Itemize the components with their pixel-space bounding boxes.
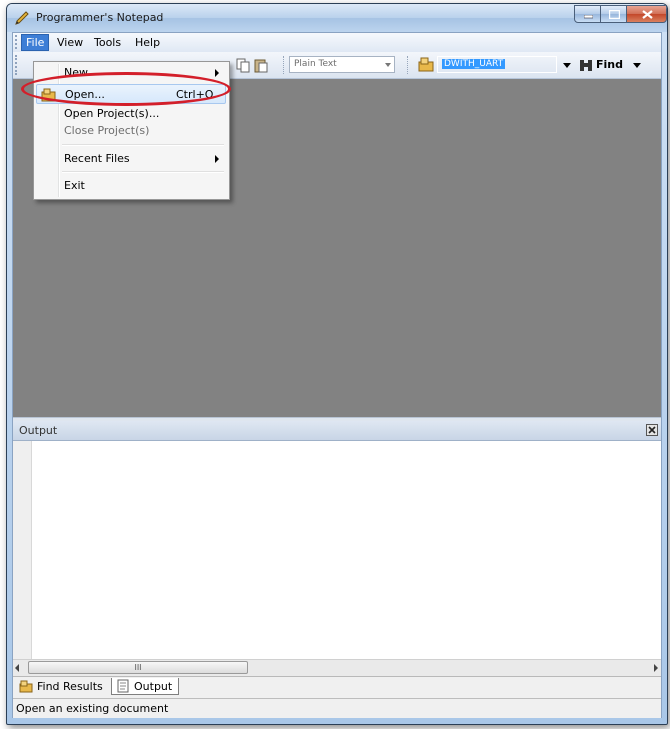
project-icon — [418, 57, 434, 72]
tab-find-results-label: Find Results — [37, 680, 103, 693]
minimize-icon — [584, 15, 593, 19]
tab-find-results[interactable]: Find Results — [15, 678, 109, 695]
project-select-value: DWITH_UART — [442, 59, 506, 69]
menu-item-open[interactable]: Open... Ctrl+O — [36, 84, 226, 104]
find-button[interactable]: Find — [596, 58, 623, 71]
submenu-arrow-icon — [215, 69, 219, 77]
chevron-down-icon[interactable] — [633, 63, 641, 68]
menu-tools[interactable]: Tools — [90, 35, 125, 50]
scroll-right-icon[interactable] — [654, 664, 658, 672]
scroll-left-icon[interactable] — [15, 664, 19, 672]
document-icon — [117, 679, 129, 693]
status-bar: Open an existing document — [13, 698, 661, 718]
horizontal-scrollbar[interactable]: III — [13, 659, 661, 676]
chevron-down-icon — [385, 63, 391, 67]
close-button[interactable] — [626, 5, 667, 23]
menu-item-open-label: Open... — [65, 88, 105, 101]
submenu-arrow-icon — [215, 155, 219, 163]
title-bar[interactable]: Programmer's Notepad — [7, 4, 667, 32]
output-tabs: Find Results Output — [13, 676, 661, 697]
menubar-gripper[interactable] — [15, 35, 20, 49]
menu-item-recent-files[interactable]: Recent Files — [36, 149, 226, 169]
menu-item-close-project-label: Close Project(s) — [64, 124, 150, 137]
menu-item-new[interactable]: New — [36, 63, 226, 83]
status-text: Open an existing document — [16, 702, 169, 715]
window-title: Programmer's Notepad — [36, 11, 164, 24]
folder-icon — [19, 680, 33, 693]
file-menu-dropdown: New Open... Ctrl+O Open Project(s)... Cl… — [33, 61, 230, 200]
toolbar-separator — [407, 56, 409, 74]
maximize-button[interactable] — [600, 5, 627, 23]
menu-separator — [62, 171, 224, 173]
app-window: Programmer's Notepad File View Tools Hel… — [6, 3, 668, 725]
chevron-down-icon[interactable] — [563, 63, 571, 68]
minimize-button[interactable] — [574, 5, 601, 23]
paste-icon[interactable] — [253, 57, 269, 73]
menu-item-close-project: Close Project(s) — [36, 121, 226, 141]
menu-item-exit[interactable]: Exit — [36, 176, 226, 196]
menu-help[interactable]: Help — [131, 35, 164, 50]
output-text-area[interactable] — [13, 441, 661, 659]
scheme-select-value: Plain Text — [294, 59, 337, 69]
output-panel-title: Output — [19, 424, 58, 437]
copy-icon[interactable] — [235, 57, 251, 73]
toolbar-gripper[interactable] — [15, 55, 20, 75]
close-icon — [648, 426, 656, 434]
scheme-select[interactable]: Plain Text — [289, 56, 395, 73]
menu-item-open-shortcut: Ctrl+O — [176, 88, 214, 101]
menu-item-new-label: New — [64, 66, 88, 79]
menu-separator — [62, 144, 224, 146]
app-pen-icon — [15, 11, 29, 25]
output-gutter — [13, 441, 32, 659]
scroll-thumb-grip: III — [134, 663, 142, 672]
menu-file[interactable]: File — [21, 34, 50, 51]
menu-item-exit-label: Exit — [64, 179, 85, 192]
scroll-thumb[interactable]: III — [28, 661, 248, 674]
project-select[interactable]: DWITH_UART — [437, 56, 557, 73]
menu-item-recent-files-label: Recent Files — [64, 152, 130, 165]
toolbar-separator — [283, 56, 285, 74]
open-folder-icon — [41, 88, 56, 102]
tab-output[interactable]: Output — [111, 678, 179, 695]
binoculars-icon — [580, 60, 592, 71]
output-close-button[interactable] — [646, 424, 658, 436]
close-icon — [642, 10, 653, 19]
maximize-icon — [609, 10, 620, 19]
output-panel-header: Output — [13, 421, 661, 441]
tab-output-label: Output — [134, 680, 173, 693]
menu-bar: File View Tools Help — [13, 33, 661, 52]
menu-view[interactable]: View — [53, 35, 87, 50]
